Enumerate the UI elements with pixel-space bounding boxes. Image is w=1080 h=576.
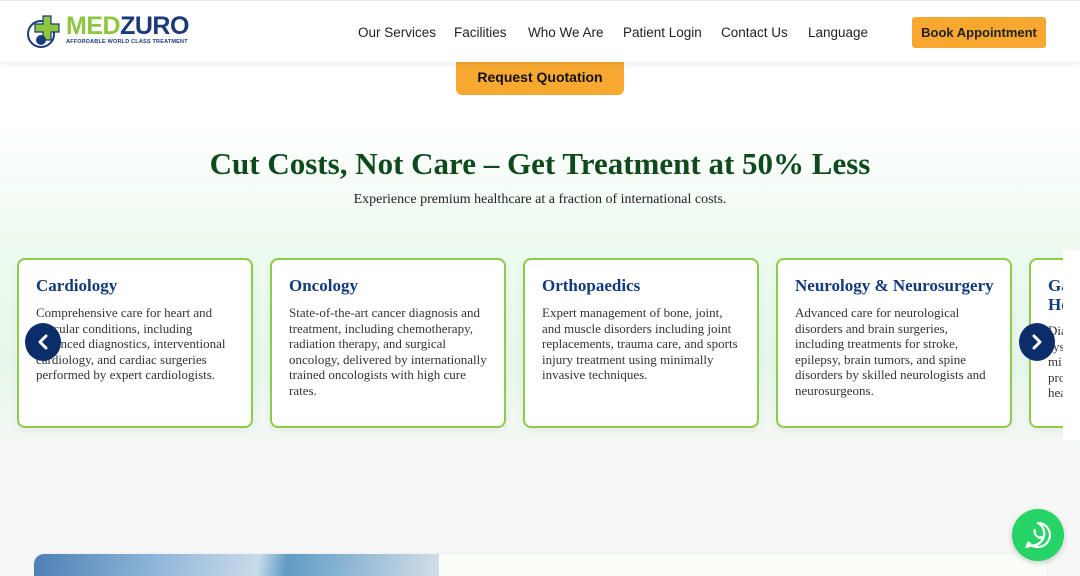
carousel-next-button[interactable]	[1019, 323, 1055, 361]
bottom-feature-panel	[34, 554, 1046, 576]
card-title: Orthopaedics	[542, 276, 641, 295]
card-title: Oncology	[289, 276, 358, 295]
carousel-prev-button[interactable]	[25, 323, 61, 361]
service-card-orthopaedics[interactable]: Orthopaedics Expert management of bone, …	[523, 258, 759, 428]
brand-name: MEDZURO	[66, 12, 189, 41]
service-card-neurology[interactable]: Neurology & Neurosurgery Advanced care f…	[776, 258, 1012, 428]
nav-language[interactable]: Language	[808, 25, 868, 40]
chevron-right-icon	[1032, 334, 1042, 350]
page-subtitle: Experience premium healthcare at a fract…	[353, 192, 727, 207]
card-text: Comprehensive care for heart and vascula…	[36, 305, 226, 383]
card-text: State-of-the-art cancer diagnosis and tr…	[289, 305, 487, 398]
chevron-left-icon	[38, 334, 48, 350]
site-header: MEDZURO AFFORDABLE WORLD CLASS TREATMENT…	[0, 0, 1080, 62]
request-quotation-button[interactable]: Request Quotation	[456, 60, 624, 95]
nav-patient-login[interactable]: Patient Login	[623, 25, 702, 40]
nav-our-services[interactable]: Our Services	[358, 25, 436, 40]
card-text: Expert management of bone, joint, and mu…	[542, 305, 738, 383]
whatsapp-icon	[1025, 521, 1051, 549]
card-title: Cardiology	[36, 276, 118, 295]
brand-name-part1: MED	[66, 12, 121, 40]
page-title: Cut Costs, Not Care – Get Treatment at 5…	[209, 146, 871, 181]
logo[interactable]: MEDZURO AFFORDABLE WORLD CLASS TREATMENT	[26, 10, 189, 54]
nav-contact-us[interactable]: Contact Us	[721, 25, 788, 40]
service-card-oncology[interactable]: Oncology State-of-the-art cancer diagnos…	[270, 258, 506, 428]
brand-name-part2: ZURO	[120, 12, 189, 40]
brand-tagline: AFFORDABLE WORLD CLASS TREATMENT	[66, 39, 188, 45]
book-appointment-button[interactable]: Book Appointment	[912, 17, 1046, 48]
whatsapp-button[interactable]	[1012, 509, 1064, 561]
card-text: Advanced care for neurological disorders…	[795, 305, 986, 398]
hospital-image	[34, 554, 439, 576]
card-title: Neurology & Neurosurgery	[795, 276, 994, 295]
nav-facilities[interactable]: Facilities	[454, 25, 507, 40]
nav-who-we-are[interactable]: Who We Are	[528, 25, 604, 40]
carousel-edge	[1063, 250, 1080, 440]
medical-cross-icon	[27, 15, 60, 48]
